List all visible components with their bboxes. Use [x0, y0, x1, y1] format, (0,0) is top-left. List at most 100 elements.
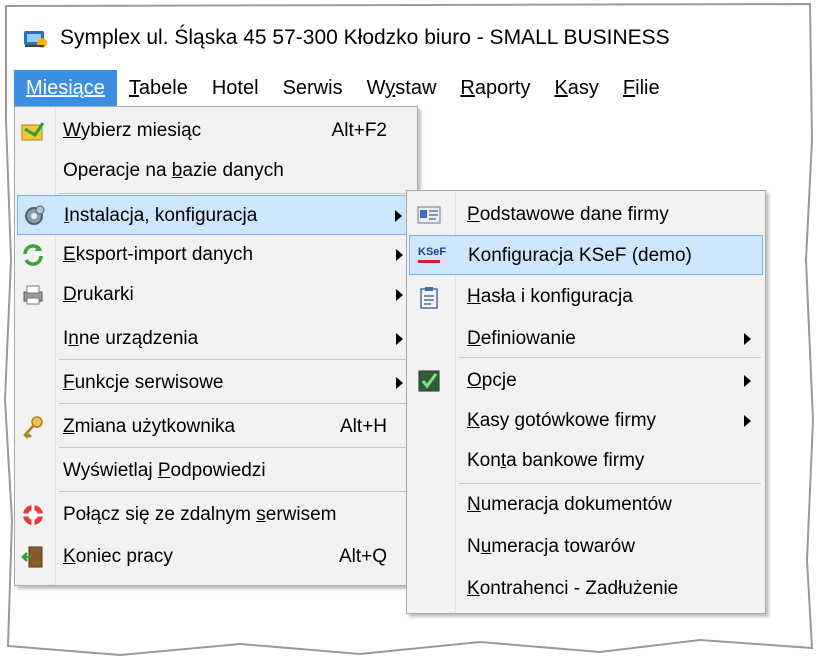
label-text: efiniowanie — [480, 328, 576, 349]
submenu-item-numeracja-towarow[interactable]: Numeracja towarów — [409, 527, 763, 567]
menu-item-label: Kontrahenci - Zadłużenie — [467, 569, 678, 609]
label-text: rukarki — [76, 284, 134, 305]
printer-icon — [21, 283, 45, 307]
menubar-item[interactable]: Serwis — [271, 70, 355, 106]
menubar-item[interactable]: Filie — [611, 70, 672, 106]
submenu-arrow-icon — [396, 333, 403, 345]
label-text: W — [366, 77, 386, 99]
label-text: Konfiguracja KSeF (demo) — [468, 245, 692, 266]
menu-item-wybierz-miesiac[interactable]: Wybierz miesiąc Alt+F2 — [17, 111, 415, 151]
label-text: ilie — [635, 77, 660, 99]
label-text: Wyświetlaj — [63, 460, 158, 481]
label-text: miana użytkownika — [74, 416, 236, 437]
mnemonic-letter: K — [554, 77, 568, 99]
menu-separator — [59, 359, 413, 360]
menu-item-drukarki[interactable]: Drukarki — [17, 275, 415, 315]
mnemonic-letter: u — [480, 536, 492, 557]
submenu-item-konta-bankowe[interactable]: Konta bankowe firmy — [409, 441, 763, 481]
mnemonic-letter: K — [63, 546, 76, 567]
menu-item-instalacja-konfiguracja[interactable]: Instalacja, konfiguracja — [17, 195, 415, 235]
label-text: ne urządzenia — [78, 328, 199, 349]
clipboard-icon — [417, 285, 441, 309]
menubar-item[interactable]: Tabele — [117, 70, 200, 106]
label-text: asła i konfiguracja — [480, 286, 633, 307]
miesiace-menu: Wybierz miesiąc Alt+F2 Operacje na bazie d… — [14, 106, 418, 586]
mnemonic-letter: y — [385, 77, 396, 99]
menu-item-label: Wyświetlaj Podpowiedzi — [63, 451, 266, 491]
mnemonic-letter: b — [171, 160, 183, 181]
menu-item-label: Raporty — [460, 77, 530, 99]
menu-item-operacje-na-bazie[interactable]: Operacje na bazie danych — [17, 151, 415, 191]
menu-item-zmiana-uzytkownika[interactable]: Zmiana użytkownika Alt+H — [17, 407, 415, 447]
menu-item-inne-urzadzenia[interactable]: Inne urządzenia — [17, 319, 415, 359]
mnemonic-letter: K — [467, 578, 480, 599]
mnemonic-letter: T — [128, 77, 139, 99]
label-text: staw — [395, 77, 437, 99]
submenu-item-numeracja-dokumentow[interactable]: Numeracja dokumentów — [409, 485, 763, 525]
menu-item-label: Drukarki — [63, 275, 134, 315]
menu-item-label: Miesiące — [26, 77, 105, 99]
menu-item-label: Opcje — [467, 361, 517, 401]
menu-bar: Miesiące Tabele Hotel Serwis Wystaw Raporty Ka… — [14, 70, 812, 106]
menu-separator — [59, 403, 413, 404]
submenu-arrow-icon — [744, 375, 751, 387]
submenu-arrow-icon — [395, 210, 402, 222]
submenu-item-hasla-konfiguracja[interactable]: Hasła i konfiguracja — [409, 277, 763, 317]
menu-item-funkcje-serwisowe[interactable]: Funkcje serwisowe — [17, 363, 415, 403]
menu-item-label: Hotel — [212, 77, 259, 99]
mnemonic-letter: P — [467, 204, 480, 225]
refresh-arrows-icon — [21, 243, 45, 267]
mnemonic-letter: O — [467, 370, 482, 391]
mnemonic-letter: E — [63, 244, 76, 265]
label-text: ksport-import danych — [75, 244, 254, 265]
exit-door-icon — [21, 545, 45, 569]
label-text: asy gotówkowe firmy — [479, 410, 657, 431]
menubar-item[interactable]: Raporty — [448, 70, 542, 106]
label-text: umeracja dokumentów — [480, 494, 672, 515]
lifebuoy-icon — [21, 503, 45, 527]
submenu-item-kontrahenci-zadluzenie[interactable]: Kontrahenci - Zadłużenie — [409, 569, 763, 609]
submenu-item-kasy-gotowkowe[interactable]: Kasy gotówkowe firmy — [409, 401, 763, 441]
ksef-logo-icon: KSeF — [418, 244, 446, 268]
submenu-item-opcje[interactable]: Opcje — [409, 361, 763, 401]
submenu-item-definiowanie[interactable]: Definiowanie — [409, 319, 763, 359]
checkbox-icon — [417, 369, 441, 393]
label-text: Hotel — [211, 77, 259, 99]
submenu-arrow-icon — [744, 415, 751, 427]
mnemonic-letter: D — [63, 284, 77, 305]
menu-separator — [59, 447, 413, 448]
label-text: abele — [138, 77, 188, 99]
menu-item-label: Zmiana użytkownika — [63, 407, 235, 447]
label-text: oniec pracy — [75, 546, 173, 567]
key-icon — [21, 415, 45, 439]
window-title: Symplex ul. Śląska 45 57-300 Kłodzko biu… — [60, 26, 670, 49]
menu-separator — [59, 491, 413, 492]
menu-item-eksport-import[interactable]: Eksport-import danych — [17, 235, 415, 275]
submenu-item-konfiguracja-ksef[interactable]: KSeF Konfiguracja KSeF (demo) — [409, 235, 763, 275]
menu-item-label: Numeracja dokumentów — [467, 485, 672, 525]
menubar-item[interactable]: Wystaw — [355, 70, 449, 106]
mnemonic-letter: W — [63, 120, 81, 141]
mnemonic-letter: P — [157, 460, 171, 481]
mnemonic-letter: D — [467, 328, 481, 349]
menu-item-wyswietlaj-podpowiedzi[interactable]: Wyświetlaj Podpowiedzi — [17, 451, 415, 491]
submenu-arrow-icon — [396, 249, 403, 261]
menu-item-label: Serwis — [283, 77, 343, 99]
menu-item-polacz-zdalny-serwis[interactable]: Połącz się ze zdalnym serwisem — [17, 495, 415, 535]
submenu-item-podstawowe-dane-firmy[interactable]: Podstawowe dane firmy — [409, 195, 763, 235]
menu-item-label: Kasy — [554, 77, 598, 99]
ksef-logo-stripe — [418, 260, 440, 263]
menu-item-label: Podstawowe dane firmy — [467, 195, 669, 235]
menubar-item[interactable]: Hotel — [200, 70, 271, 106]
mnemonic-letter: n — [68, 328, 79, 349]
id-card-icon — [417, 203, 441, 227]
menu-item-label: Inne urządzenia — [63, 319, 198, 359]
label-text: ontrahenci - Zadłużenie — [479, 578, 679, 599]
label-text: asy — [567, 77, 599, 99]
menu-item-label: Hasła i konfiguracja — [467, 277, 633, 317]
menubar-item[interactable]: Kasy — [542, 70, 610, 106]
menu-separator — [459, 483, 761, 484]
menu-item-koniec-pracy[interactable]: Koniec pracy Alt+Q — [17, 537, 415, 577]
menu-item-label: Instalacja, konfiguracja — [64, 196, 257, 236]
menubar-item[interactable]: Miesiące — [14, 70, 117, 106]
